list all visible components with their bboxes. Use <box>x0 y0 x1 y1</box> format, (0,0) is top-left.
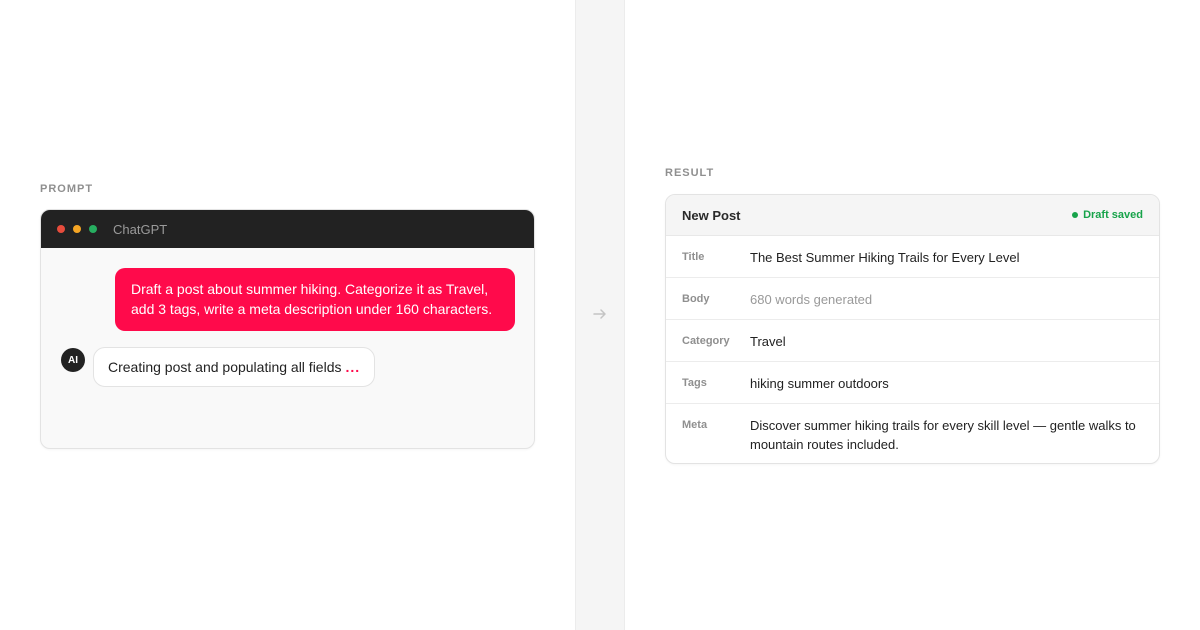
card-header: New Post Draft saved <box>666 195 1159 236</box>
field-label: Body <box>682 293 710 305</box>
field-label: Tags <box>682 377 707 389</box>
chat-window: ChatGPT Draft a post about summer hiking… <box>40 209 535 449</box>
result-section-label: RESULT <box>665 167 715 179</box>
post-result-card: New Post Draft saved Title The Best Summ… <box>665 194 1160 464</box>
category-value[interactable]: Travel <box>750 332 786 351</box>
meta-value[interactable]: Discover summer hiking trails for every … <box>750 416 1143 454</box>
field-row-title: Title The Best Summer Hiking Trails for … <box>666 236 1159 278</box>
draft-status-badge: Draft saved <box>1072 209 1143 221</box>
arrow-right-icon <box>593 309 606 319</box>
field-row-tags: Tags hiking summer outdoors <box>666 362 1159 404</box>
window-title: ChatGPT <box>113 221 168 237</box>
draft-status-text: Draft saved <box>1083 209 1143 221</box>
field-label: Category <box>682 335 730 347</box>
body-value[interactable]: 680 words generated <box>750 290 872 309</box>
minimize-window-icon[interactable] <box>73 225 81 233</box>
window-titlebar: ChatGPT <box>41 210 534 248</box>
field-label: Title <box>682 251 705 263</box>
ai-avatar: AI <box>61 348 85 372</box>
field-row-body: Body 680 words generated <box>666 278 1159 320</box>
tags-value[interactable]: hiking summer outdoors <box>750 374 889 393</box>
card-title: New Post <box>682 207 741 223</box>
showcase-canvas: PROMPT ChatGPT Draft a post about summer… <box>0 0 1200 630</box>
title-value[interactable]: The Best Summer Hiking Trails for Every … <box>750 248 1019 267</box>
field-row-meta: Meta Discover summer hiking trails for e… <box>666 404 1159 463</box>
typing-indicator: ... <box>345 359 361 375</box>
close-window-icon[interactable] <box>57 225 65 233</box>
user-message-bubble: Draft a post about summer hiking. Catego… <box>115 268 515 331</box>
field-row-category: Category Travel <box>666 320 1159 362</box>
ai-message-text: Creating post and populating all fields <box>108 359 342 375</box>
ai-message-bubble: Creating post and populating all fields … <box>93 347 376 387</box>
prompt-section-label: PROMPT <box>40 183 94 195</box>
status-dot-icon <box>1072 212 1079 218</box>
maximize-window-icon[interactable] <box>89 225 97 233</box>
field-label: Meta <box>682 419 708 431</box>
